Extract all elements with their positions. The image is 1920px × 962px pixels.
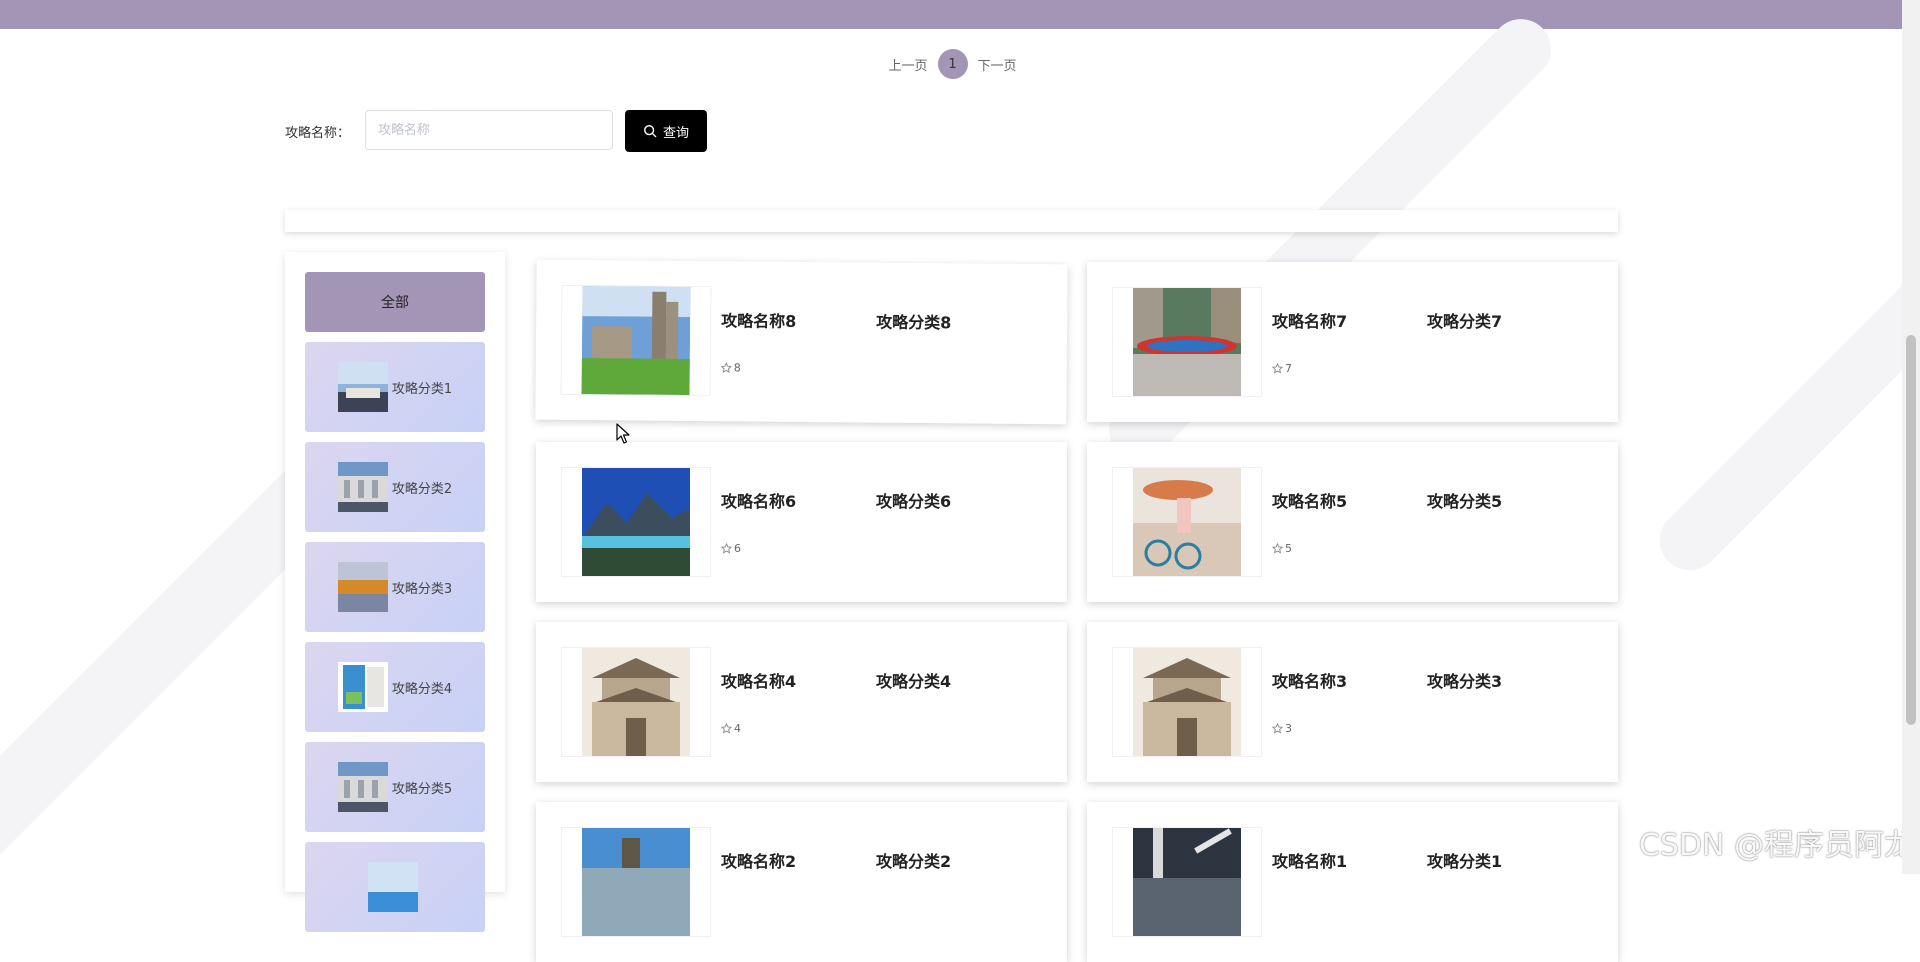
guide-name: 攻略名称6: [721, 492, 797, 511]
star-icon: [721, 543, 732, 554]
guide-name: 攻略名称4: [721, 672, 797, 691]
guide-card[interactable]: 攻略名称3 攻略分类3 3: [1087, 622, 1618, 782]
category-all-button[interactable]: 全部: [305, 272, 485, 332]
category-thumbnail: [337, 362, 388, 412]
top-header-bar: [0, 0, 1920, 29]
guide-image: [582, 828, 690, 936]
category-label: 攻略分类3: [391, 581, 453, 597]
star-icon: [1272, 363, 1283, 374]
guide-image: [582, 468, 690, 576]
search-button[interactable]: 查询: [625, 110, 707, 152]
guide-category: 攻略分类3: [1427, 672, 1503, 691]
star-count: 7: [1285, 362, 1292, 375]
star-icon: [721, 723, 732, 734]
search-label: 攻略名称：: [285, 126, 351, 141]
guide-image: [1133, 468, 1241, 576]
guide-star-stat: 5: [1272, 542, 1292, 555]
guide-image-frame: [561, 827, 711, 937]
guide-star-stat: 6: [721, 542, 741, 555]
guide-card[interactable]: 攻略名称7 攻略分类7 7: [1087, 262, 1618, 422]
category-item-3[interactable]: 攻略分类3: [305, 542, 485, 632]
scrollbar-thumb[interactable]: [1906, 335, 1916, 725]
guide-name: 攻略名称8: [721, 311, 797, 331]
star-count: 4: [734, 722, 741, 735]
search-input[interactable]: [365, 110, 613, 150]
category-sidebar: 全部 攻略分类1 攻略分类2 攻略分类3 攻略分类4 攻略分类5: [285, 252, 505, 932]
guide-card[interactable]: 攻略名称2 攻略分类2: [536, 802, 1067, 962]
category-label: 攻略分类2: [391, 481, 453, 497]
star-count: 8: [733, 361, 741, 375]
guide-category: 攻略分类1: [1427, 852, 1503, 871]
guide-category: 攻略分类8: [876, 312, 952, 333]
guide-image: [581, 286, 691, 396]
guide-card[interactable]: 攻略名称8 攻略分类8 8: [535, 259, 1068, 425]
guide-image: [582, 648, 690, 756]
star-count: 3: [1285, 722, 1292, 735]
guide-card[interactable]: 攻略名称5 攻略分类5 5: [1087, 442, 1618, 602]
category-item-4[interactable]: 攻略分类4: [305, 642, 485, 732]
next-page-link[interactable]: 下一页: [978, 55, 1017, 74]
guide-card[interactable]: 攻略名称4 攻略分类4 4: [536, 622, 1067, 782]
category-thumbnail: [368, 862, 418, 912]
guide-name: 攻略名称7: [1272, 312, 1348, 331]
guide-star-stat: 4: [721, 722, 741, 735]
pagination: 上一页 1 下一页: [0, 49, 1905, 79]
background-stripe: [1647, 257, 1920, 583]
star-count: 6: [734, 542, 741, 555]
star-icon: [720, 362, 732, 373]
category-item-6[interactable]: [305, 842, 485, 932]
category-item-2[interactable]: 攻略分类2: [305, 442, 485, 532]
search-button-label: 查询: [662, 125, 689, 141]
guide-image-frame: [1112, 287, 1262, 397]
guide-image-frame: [1112, 647, 1262, 757]
guide-image: [1133, 288, 1241, 396]
guide-star-stat: 7: [1272, 362, 1292, 375]
guide-card[interactable]: 攻略名称1 攻略分类1: [1087, 802, 1618, 962]
guide-image: [1133, 648, 1241, 756]
category-item-1[interactable]: 攻略分类1: [305, 342, 485, 432]
category-all-label: 全部: [381, 295, 409, 311]
star-count: 5: [1285, 542, 1292, 555]
category-label: 攻略分类4: [391, 681, 453, 697]
search-icon: [644, 125, 657, 138]
guide-category: 攻略分类5: [1427, 492, 1503, 511]
guide-image-frame: [560, 284, 712, 397]
category-item-5[interactable]: 攻略分类5: [305, 742, 485, 832]
guide-image-frame: [561, 647, 711, 757]
guide-star-stat: 3: [1272, 722, 1292, 735]
guide-category: 攻略分类7: [1427, 312, 1503, 331]
category-thumbnail: [337, 662, 388, 712]
guide-image-frame: [1112, 467, 1262, 577]
category-thumbnail: [337, 762, 388, 812]
guide-category: 攻略分类4: [876, 672, 952, 691]
star-icon: [1272, 723, 1283, 734]
guide-image-frame: [1112, 827, 1262, 937]
category-thumbnail: [337, 562, 388, 612]
category-label: 攻略分类5: [391, 781, 453, 797]
guide-card[interactable]: 攻略名称6 攻略分类6 6: [536, 442, 1067, 602]
page-number-current[interactable]: 1: [937, 49, 968, 79]
guide-name: 攻略名称5: [1272, 492, 1348, 511]
mouse-cursor-icon: [616, 423, 630, 444]
guide-image-frame: [561, 467, 711, 577]
category-thumbnail: [337, 462, 388, 512]
guide-name: 攻略名称1: [1272, 852, 1348, 871]
guide-category: 攻略分类6: [876, 492, 952, 511]
category-label: 攻略分类1: [391, 381, 453, 397]
star-icon: [1272, 543, 1283, 554]
guide-name: 攻略名称2: [721, 852, 797, 871]
guide-category: 攻略分类2: [876, 852, 952, 871]
guide-image: [1133, 828, 1241, 936]
guide-name: 攻略名称3: [1272, 672, 1348, 691]
guide-star-stat: 8: [720, 361, 741, 375]
vertical-scrollbar[interactable]: [1902, 0, 1920, 874]
content-divider-strip: [285, 210, 1618, 232]
prev-page-link[interactable]: 上一页: [888, 55, 927, 74]
watermark: CSDN @程序员阿龙: [1638, 828, 1914, 863]
